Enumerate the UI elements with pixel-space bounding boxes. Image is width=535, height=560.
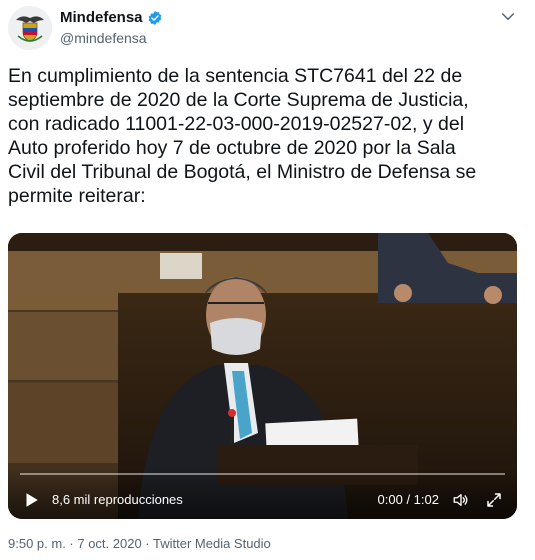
display-name[interactable]: Mindefensa [60,9,163,26]
coat-of-arms-icon [8,6,52,50]
verified-badge-icon [148,10,161,25]
user-name-block: Mindefensa @mindefensa [60,9,163,46]
tweet-text: En cumplimiento de la sentencia STC7641 … [8,64,528,208]
chevron-down-icon[interactable] [499,8,517,26]
tweet-text-line: permite reiterar: [8,185,146,207]
tweet-metadata[interactable]: 9:50 p. m. · 7 oct. 2020 · Twitter Media… [8,536,271,551]
tweet-text-line: En cumplimiento de la sentencia STC7641 … [8,65,463,87]
play-icon[interactable] [22,491,40,509]
avatar[interactable] [8,6,52,50]
user-handle[interactable]: @mindefensa [60,30,163,46]
video-player[interactable]: 8,6 mil reproducciones 0:00 / 1:02 [8,233,517,519]
tweet-text-line: con radicado 11001-22-03-000-2019-02527-… [8,113,465,135]
tweet-text-line: Auto proferido hoy 7 de octubre de 2020 … [8,137,456,159]
fullscreen-icon[interactable] [485,491,503,509]
view-count: 8,6 mil reproducciones [52,492,183,507]
tweet-text-line: septiembre de 2020 de la Corte Suprema d… [8,89,469,111]
display-name-text: Mindefensa [60,9,143,26]
volume-icon[interactable] [451,491,471,509]
video-time: 0:00 / 1:02 [377,492,439,507]
video-progress-bar[interactable] [20,473,505,475]
tweet-card: Mindefensa @mindefensa En cumplimiento d… [0,0,535,560]
tweet-text-line: Civil del Tribunal de Bogotá, el Ministr… [8,161,477,183]
